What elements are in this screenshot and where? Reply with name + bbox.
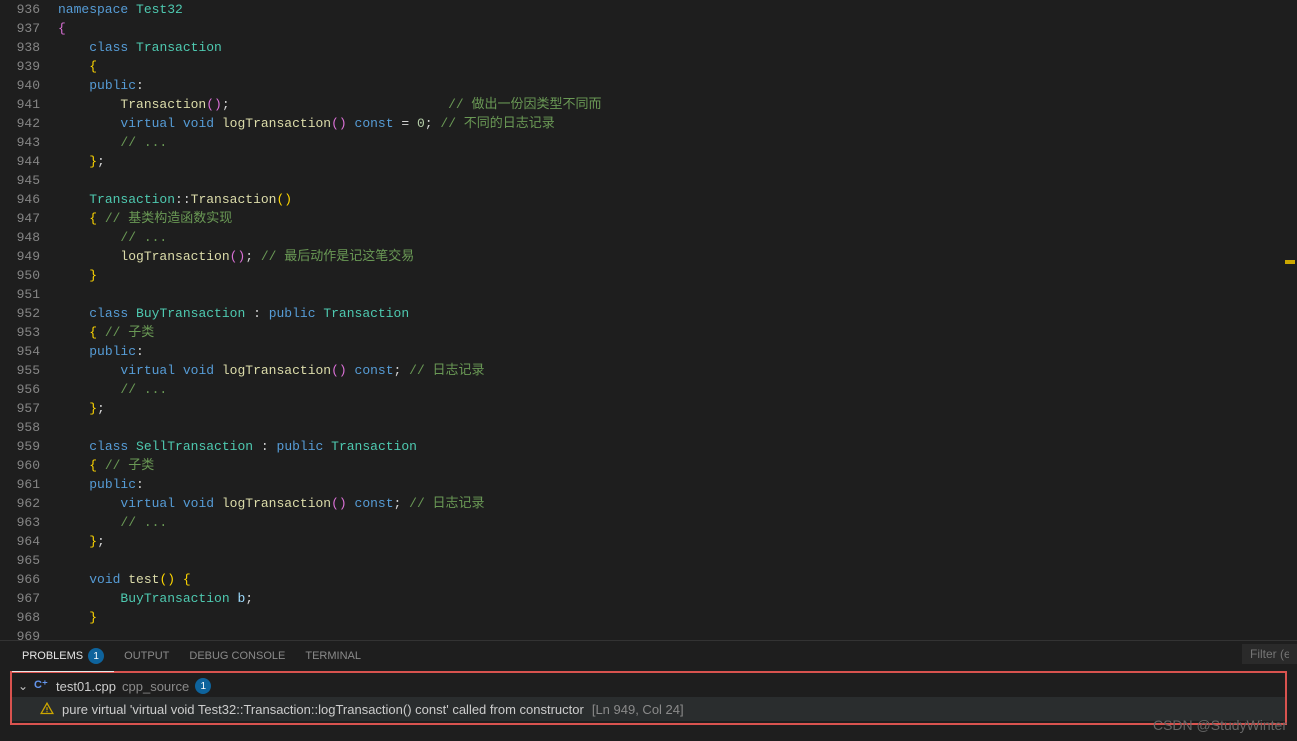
code-line[interactable]: Transaction::Transaction() <box>58 190 1297 209</box>
line-number: 957 <box>0 399 40 418</box>
bottom-panel: PROBLEMS 1 OUTPUT DEBUG CONSOLE TERMINAL… <box>0 640 1297 725</box>
line-number: 950 <box>0 266 40 285</box>
line-number: 937 <box>0 19 40 38</box>
problems-count-badge: 1 <box>88 648 104 664</box>
problems-filter-input[interactable] <box>1242 644 1297 664</box>
code-line[interactable]: { // 基类构造函数实现 <box>58 209 1297 228</box>
line-number: 964 <box>0 532 40 551</box>
code-line[interactable]: }; <box>58 152 1297 171</box>
line-number: 953 <box>0 323 40 342</box>
code-line[interactable]: namespace Test32 <box>58 0 1297 19</box>
line-number: 945 <box>0 171 40 190</box>
line-number: 951 <box>0 285 40 304</box>
code-line[interactable]: logTransaction(); // 最后动作是记这笔交易 <box>58 247 1297 266</box>
code-line[interactable]: } <box>58 266 1297 285</box>
line-number: 956 <box>0 380 40 399</box>
tab-terminal-label: TERMINAL <box>305 650 361 662</box>
line-number: 942 <box>0 114 40 133</box>
problem-item-row[interactable]: pure virtual 'virtual void Test32::Trans… <box>12 697 1285 721</box>
problem-location: [Ln 949, Col 24] <box>592 702 684 717</box>
editor-area: 9369379389399409419429439449459469479489… <box>0 0 1297 640</box>
code-line[interactable]: virtual void logTransaction() const; // … <box>58 361 1297 380</box>
code-line[interactable] <box>58 551 1297 570</box>
problem-message: pure virtual 'virtual void Test32::Trans… <box>62 702 584 717</box>
overview-warning-marker[interactable] <box>1285 260 1295 264</box>
code-line[interactable]: // ... <box>58 228 1297 247</box>
line-number: 947 <box>0 209 40 228</box>
code-line[interactable]: { <box>58 19 1297 38</box>
line-number: 949 <box>0 247 40 266</box>
line-number: 940 <box>0 76 40 95</box>
code-line[interactable]: // ... <box>58 513 1297 532</box>
chevron-down-icon[interactable]: ⌄ <box>18 679 28 693</box>
code-line[interactable]: }; <box>58 399 1297 418</box>
line-number-gutter: 9369379389399409419429439449459469479489… <box>0 0 58 640</box>
line-number: 952 <box>0 304 40 323</box>
line-number: 948 <box>0 228 40 247</box>
line-number: 954 <box>0 342 40 361</box>
line-number: 960 <box>0 456 40 475</box>
line-number: 946 <box>0 190 40 209</box>
problem-file-row[interactable]: ⌄ C⁺ test01.cpp cpp_source 1 <box>12 675 1285 697</box>
tab-output-label: OUTPUT <box>124 650 169 662</box>
line-number: 961 <box>0 475 40 494</box>
code-line[interactable]: public: <box>58 475 1297 494</box>
code-line[interactable]: void test() { <box>58 570 1297 589</box>
tab-debug-console[interactable]: DEBUG CONSOLE <box>179 641 295 671</box>
code-line[interactable]: // ... <box>58 133 1297 152</box>
code-line[interactable]: { // 子类 <box>58 323 1297 342</box>
code-line[interactable]: class SellTransaction : public Transacti… <box>58 437 1297 456</box>
line-number: 936 <box>0 0 40 19</box>
tab-problems[interactable]: PROBLEMS 1 <box>12 642 114 672</box>
code-line[interactable]: Transaction(); // 做出一份因类型不同而 <box>58 95 1297 114</box>
line-number: 943 <box>0 133 40 152</box>
code-line[interactable]: virtual void logTransaction() const = 0;… <box>58 114 1297 133</box>
line-number: 958 <box>0 418 40 437</box>
tab-output[interactable]: OUTPUT <box>114 641 179 671</box>
cpp-file-icon: C⁺ <box>34 678 50 694</box>
warning-icon <box>40 701 54 718</box>
line-number: 965 <box>0 551 40 570</box>
line-number: 959 <box>0 437 40 456</box>
line-number: 968 <box>0 608 40 627</box>
code-line[interactable]: virtual void logTransaction() const; // … <box>58 494 1297 513</box>
code-line[interactable]: // ... <box>58 380 1297 399</box>
tab-terminal[interactable]: TERMINAL <box>295 641 371 671</box>
scrollbar-track[interactable] <box>1283 0 1297 640</box>
tab-debug-console-label: DEBUG CONSOLE <box>189 650 285 662</box>
line-number: 966 <box>0 570 40 589</box>
code-content[interactable]: namespace Test32{ class Transaction { pu… <box>58 0 1297 640</box>
code-line[interactable]: public: <box>58 342 1297 361</box>
tab-problems-label: PROBLEMS <box>22 650 83 662</box>
code-line[interactable]: BuyTransaction b; <box>58 589 1297 608</box>
problem-file-count-badge: 1 <box>195 678 211 694</box>
code-line[interactable]: class BuyTransaction : public Transactio… <box>58 304 1297 323</box>
line-number: 939 <box>0 57 40 76</box>
code-line[interactable] <box>58 285 1297 304</box>
line-number: 967 <box>0 589 40 608</box>
watermark-text: CSDN @StudyWinter <box>1153 717 1287 733</box>
line-number: 955 <box>0 361 40 380</box>
line-number: 944 <box>0 152 40 171</box>
line-number: 938 <box>0 38 40 57</box>
problems-list: ⌄ C⁺ test01.cpp cpp_source 1 pure virtua… <box>10 671 1287 725</box>
code-line[interactable] <box>58 171 1297 190</box>
code-line[interactable]: { // 子类 <box>58 456 1297 475</box>
panel-tab-bar: PROBLEMS 1 OUTPUT DEBUG CONSOLE TERMINAL <box>0 641 1297 671</box>
code-line[interactable]: class Transaction <box>58 38 1297 57</box>
code-line[interactable]: public: <box>58 76 1297 95</box>
line-number: 941 <box>0 95 40 114</box>
code-line[interactable]: { <box>58 57 1297 76</box>
line-number: 962 <box>0 494 40 513</box>
code-line[interactable]: } <box>58 608 1297 627</box>
code-line[interactable] <box>58 418 1297 437</box>
problem-file-name: test01.cpp <box>56 679 116 694</box>
code-line[interactable]: }; <box>58 532 1297 551</box>
line-number: 963 <box>0 513 40 532</box>
problem-file-folder: cpp_source <box>122 679 189 694</box>
